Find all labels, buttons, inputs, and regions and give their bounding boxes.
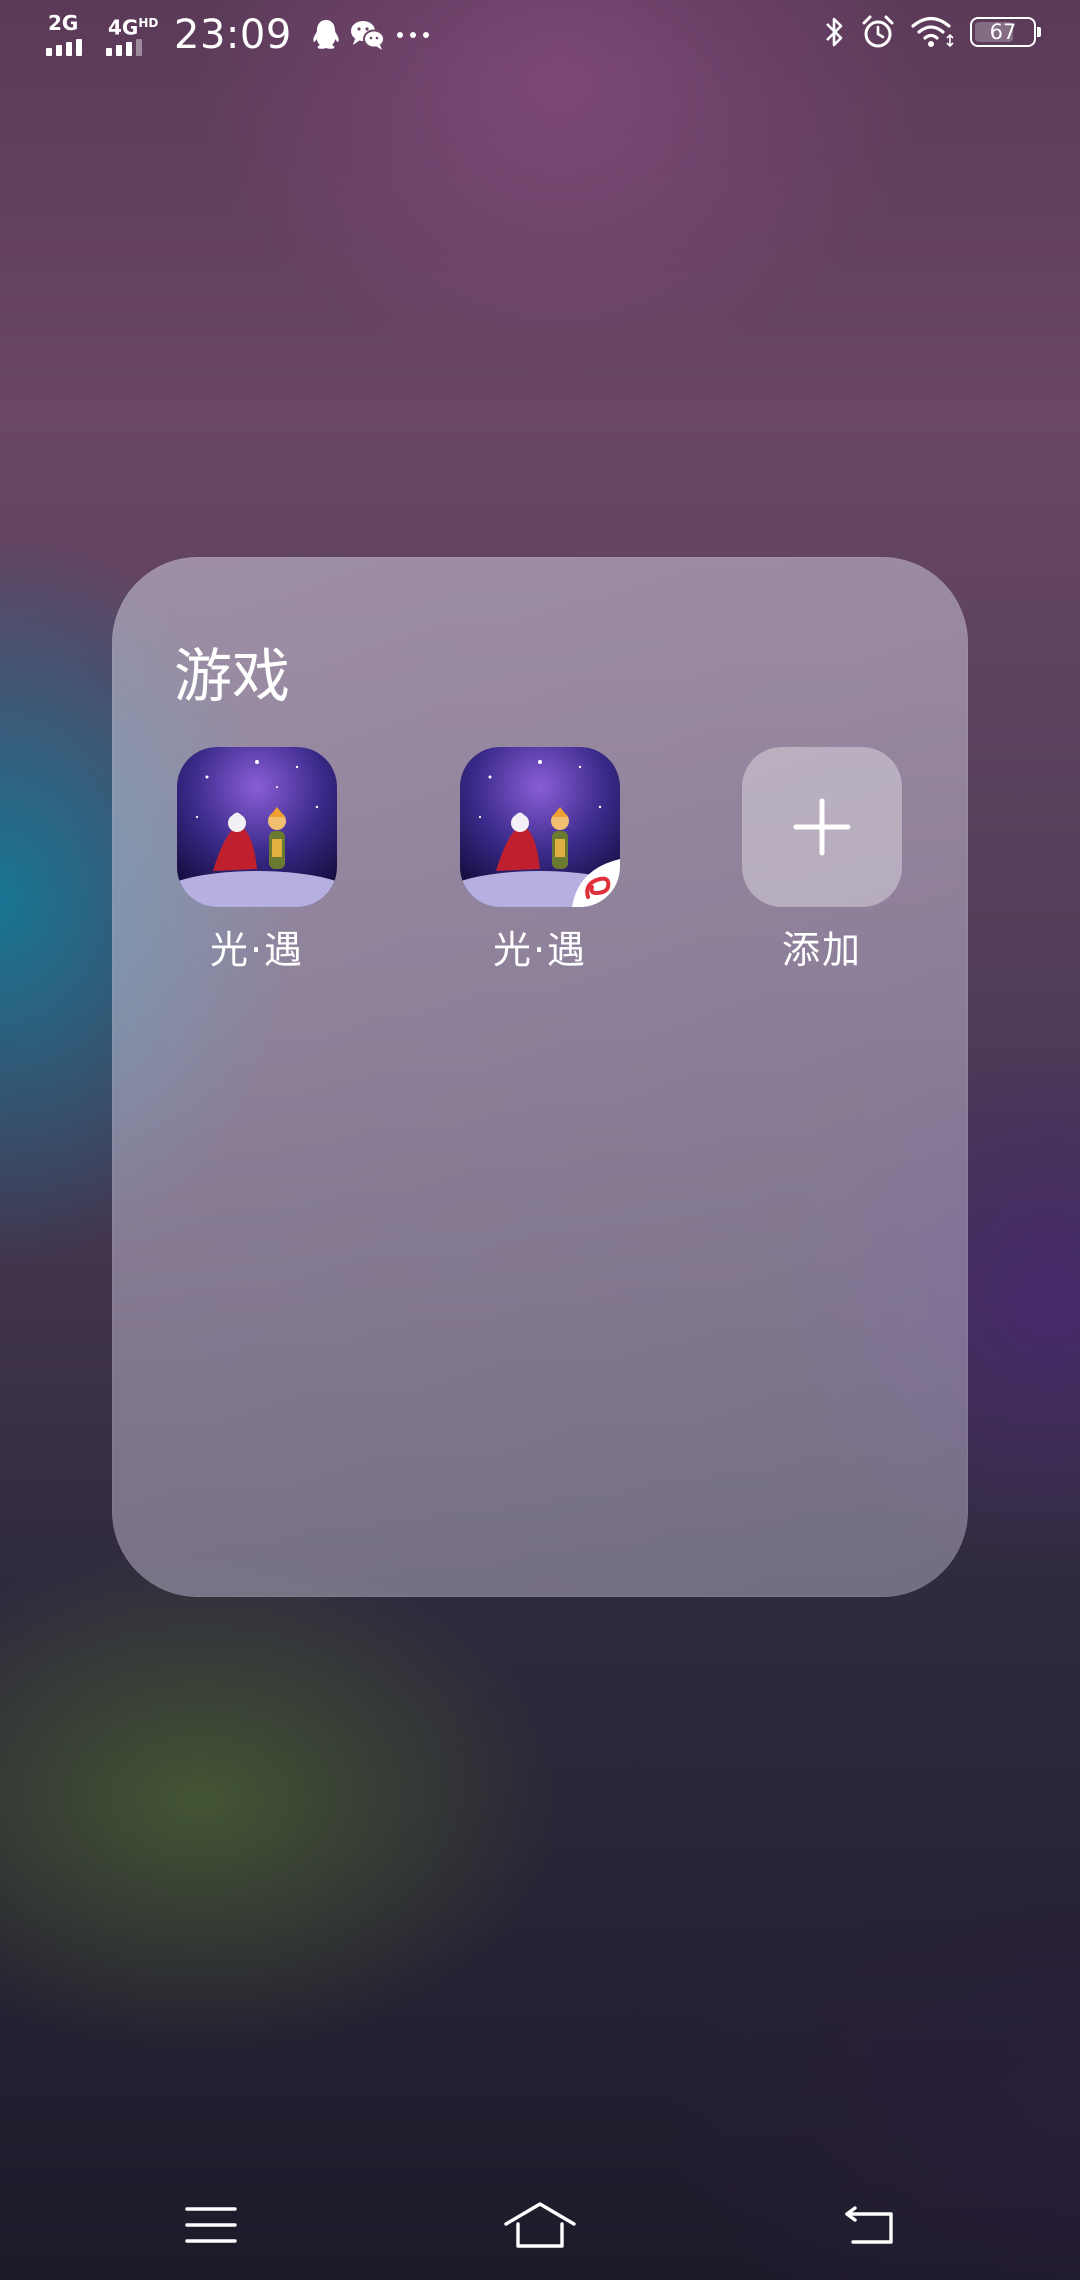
sky-game-icon[interactable] — [177, 747, 337, 907]
app-sky-1[interactable]: 光·遇 — [157, 747, 357, 974]
qq-icon — [312, 19, 340, 51]
wechat-icon — [350, 19, 386, 51]
status-bar-right: 67 — [824, 14, 1041, 50]
add-app-button[interactable]: 添加 — [722, 747, 922, 974]
sim1-label: 2G — [48, 11, 79, 35]
add-tile[interactable] — [742, 747, 902, 907]
alarm-icon — [860, 14, 896, 50]
back-icon — [845, 2206, 893, 2244]
battery-level: 67 — [989, 20, 1017, 44]
navigation-bar — [0, 2160, 1080, 2280]
add-label: 添加 — [781, 928, 862, 972]
status-bar-left: 2G 4GHD 23:09 — [46, 12, 430, 58]
wifi-icon — [910, 15, 956, 49]
plus-icon — [793, 798, 851, 856]
sim2-hd-label: HD — [138, 16, 159, 30]
sim1-signal-icon: 2G — [46, 13, 96, 57]
back-button[interactable] — [824, 2190, 914, 2260]
menu-button[interactable] — [166, 2190, 256, 2260]
battery-icon: 67 — [970, 17, 1041, 47]
sim2-label: 4G — [108, 15, 139, 40]
clock: 23:09 — [174, 12, 292, 58]
app-label: 光·遇 — [492, 928, 588, 972]
app-sky-2[interactable]: 光·遇 — [440, 747, 640, 974]
home-button[interactable] — [495, 2190, 585, 2260]
more-dots-icon — [396, 30, 430, 40]
sim2-signal-icon: 4GHD — [106, 13, 159, 57]
home-icon — [504, 2202, 576, 2248]
menu-icon — [185, 2207, 237, 2243]
app-label: 光·遇 — [209, 928, 305, 972]
status-bar: 2G 4GHD 23:09 67 — [0, 0, 1080, 72]
folder-panel: 游戏 光·遇 光·遇 添加 — [112, 557, 968, 1597]
sky-game-netease-icon[interactable] — [460, 747, 620, 907]
folder-title[interactable]: 游戏 — [174, 629, 290, 713]
bluetooth-icon — [824, 15, 846, 49]
